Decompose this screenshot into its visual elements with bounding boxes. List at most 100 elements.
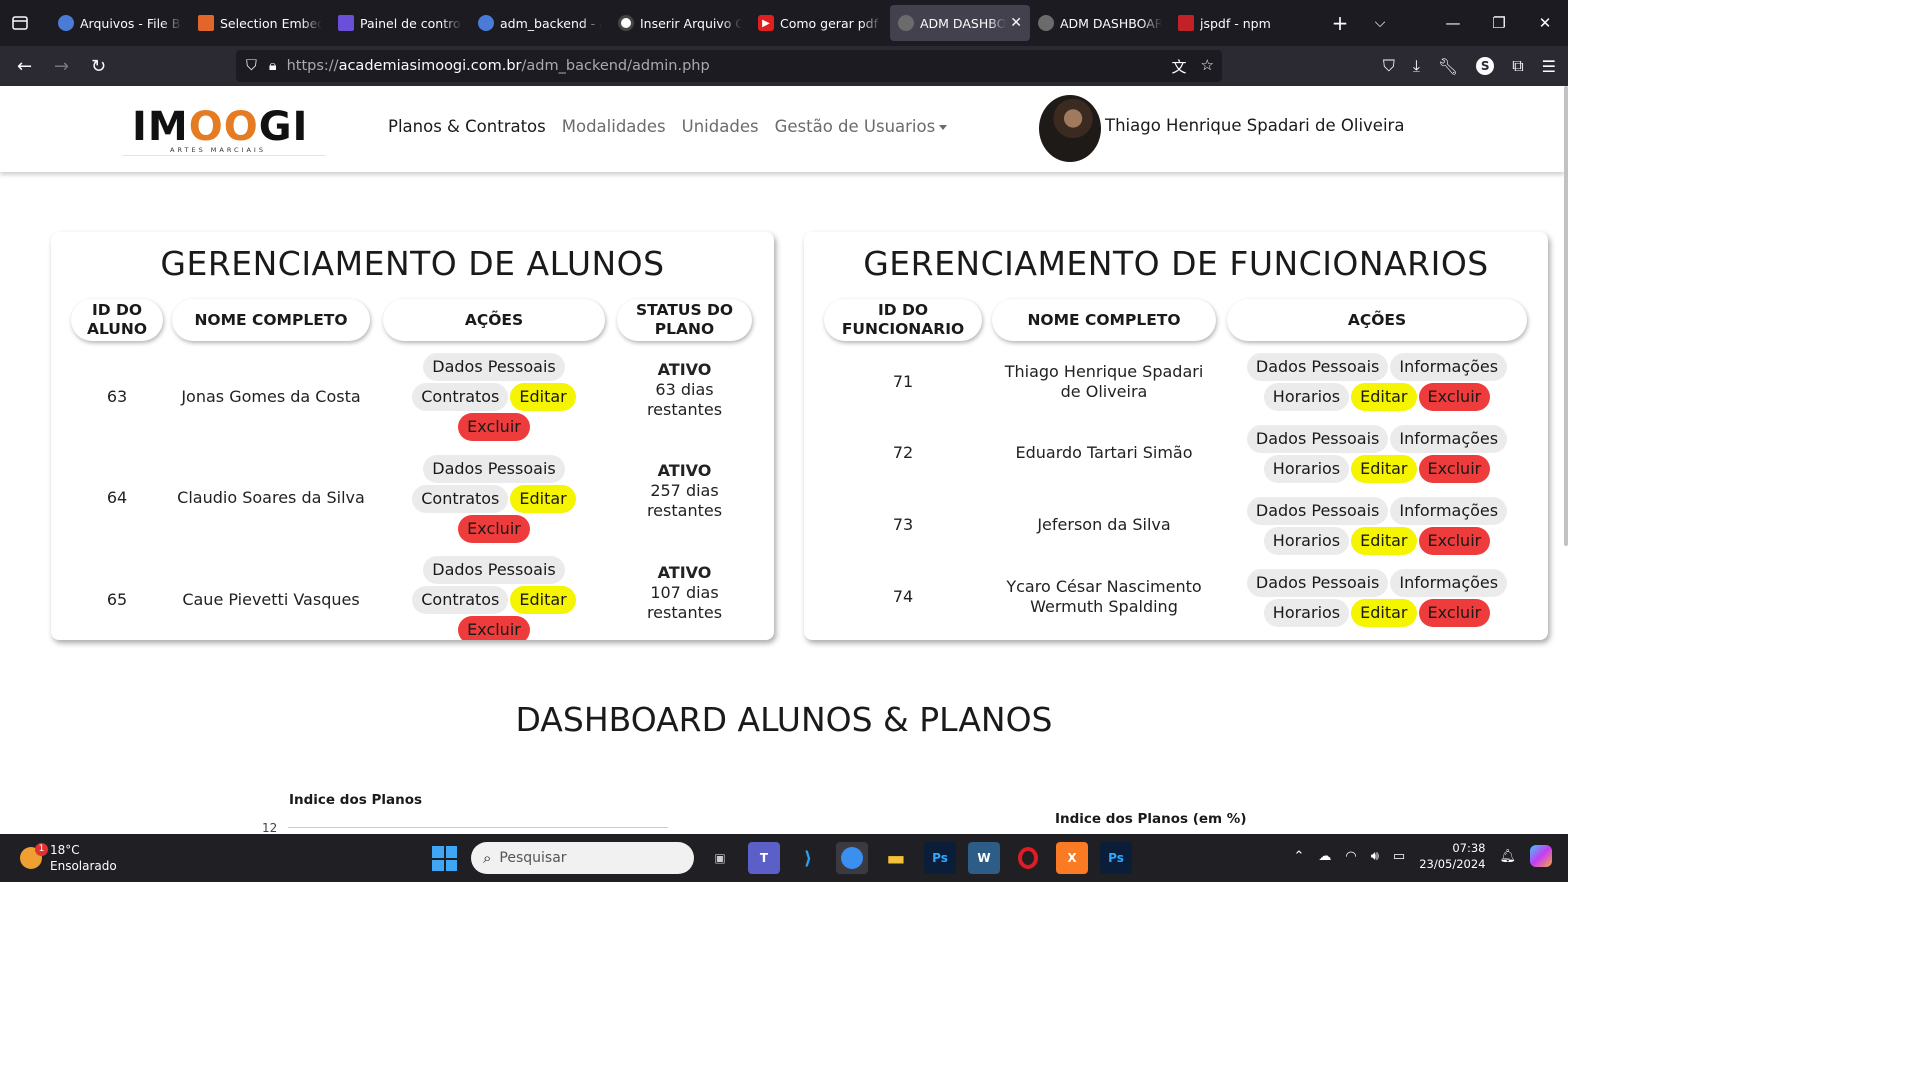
shield-icon[interactable]: ⛉ [246,58,257,74]
excluir-button[interactable]: Excluir [458,413,530,441]
clock[interactable]: 07:38 23/05/2024 [1419,840,1485,872]
contratos-button[interactable]: Contratos [412,586,509,614]
minimize-icon[interactable]: — [1430,14,1476,32]
wrench-icon[interactable]: 🔧︎ [1438,57,1458,76]
bookmark-star-icon[interactable]: ☆ [1201,56,1214,77]
taskbar-search[interactable]: ⌕ Pesquisar [471,842,694,874]
browser-tab[interactable]: Painel de controle [330,5,470,41]
th-nome: NOME COMPLETO [172,299,370,341]
onedrive-icon[interactable]: ☁ [1318,849,1331,864]
extension-s-icon[interactable]: S [1476,57,1495,75]
tab-list-icon[interactable] [0,0,40,46]
dados-pessoais-button[interactable]: Dados Pessoais [423,556,565,584]
editar-button[interactable]: Editar [1351,383,1417,411]
menu-item-planos[interactable]: Planos & Contratos [388,117,546,136]
tab-overflow-chevron-icon[interactable]: ⌵ [1360,15,1400,31]
windows-taskbar: 1 18°C Ensolarado ⌕ Pesquisar ▣ T ⟩ ▬ Ps… [0,834,1568,882]
editar-button[interactable]: Editar [510,586,576,614]
window-close-icon[interactable]: ✕ [1522,14,1568,32]
dados-pessoais-button[interactable]: Dados Pessoais [423,455,565,483]
firefox-icon[interactable] [836,842,868,874]
contratos-button[interactable]: Contratos [412,485,509,513]
informacoes-button[interactable]: Informações [1390,569,1508,597]
editar-button[interactable]: Editar [1351,599,1417,627]
close-tab-icon[interactable]: ✕ [1010,15,1022,31]
browser-tab[interactable]: ADM DASHBOARD [1030,5,1170,41]
tab-favicon-icon [198,15,214,31]
xampp-icon[interactable]: X [1056,842,1088,874]
browser-tab[interactable]: adm_backend - academia [470,5,610,41]
avatar[interactable] [1039,95,1101,162]
dados-pessoais-button[interactable]: Dados Pessoais [1246,353,1389,381]
page-scrollbar[interactable] [1564,86,1568,546]
excluir-button[interactable]: Excluir [1418,527,1491,555]
excluir-button[interactable]: Excluir [1418,455,1491,483]
volume-icon[interactable]: 🔊︎ [1371,849,1379,864]
translate-icon[interactable]: 文 [1172,56,1187,77]
mysql-workbench-icon[interactable]: W [968,842,1000,874]
excluir-button[interactable]: Excluir [458,515,530,543]
excluir-button[interactable]: Excluir [1418,599,1491,627]
notification-bell-icon[interactable]: 🔔︎ [1499,849,1516,864]
file-explorer-icon[interactable]: ▬ [880,842,912,874]
logo[interactable]: IMOOGI ARTES MARCIAIS [122,94,326,156]
extensions-puzzle-icon[interactable]: ⧉ [1512,56,1523,76]
wifi-icon[interactable]: ◠ [1345,849,1356,864]
status-remaining: 257 dias restantes [646,481,723,520]
menu-item-modalidades[interactable]: Modalidades [562,117,666,136]
photoshop-icon[interactable]: Ps [924,842,956,874]
editar-button[interactable]: Editar [510,485,576,513]
browser-tab[interactable]: Inserir Arquivo Gr [610,5,750,41]
editar-button[interactable]: Editar [1351,527,1417,555]
vscode-icon[interactable]: ⟩ [792,842,824,874]
hamburger-menu-icon[interactable]: ☰ [1542,57,1556,76]
photoshop-icon[interactable]: Ps [1100,842,1132,874]
forward-icon[interactable]: → [43,56,80,77]
new-tab-icon[interactable]: + [1320,11,1360,35]
user-name[interactable]: Thiago Henrique Spadari de Oliveira [1105,116,1404,135]
browser-tab-active[interactable]: ADM DASHBOARD✕ [890,5,1030,41]
teams-icon[interactable]: T [748,842,780,874]
lock-icon[interactable]: 🔒︎ [269,58,277,74]
browser-tab[interactable]: Selection Embed [190,5,330,41]
url-bar[interactable]: ⛉ 🔒︎ https://academiasimoogi.com.br/adm_… [236,50,1222,82]
editar-button[interactable]: Editar [510,383,576,411]
browser-tab[interactable]: ▶ Como gerar pdf c [750,5,890,41]
horarios-button[interactable]: Horarios [1263,383,1350,411]
restore-icon[interactable]: ❐ [1476,14,1522,32]
back-icon[interactable]: ← [6,56,43,77]
menu-item-unidades[interactable]: Unidades [682,117,759,136]
battery-icon[interactable]: ▭ [1393,849,1405,864]
browser-tab[interactable]: Arquivos - File Browser [50,5,190,41]
informacoes-button[interactable]: Informações [1390,425,1508,453]
reload-icon[interactable]: ↻ [80,56,117,77]
horarios-button[interactable]: Horarios [1263,599,1350,627]
browser-tab[interactable]: jspdf - npm [1170,5,1310,41]
horarios-button[interactable]: Horarios [1263,527,1350,555]
contratos-button[interactable]: Contratos [412,383,509,411]
dados-pessoais-button[interactable]: Dados Pessoais [1246,425,1389,453]
editar-button[interactable]: Editar [1351,455,1417,483]
windows-start-icon[interactable] [432,846,457,871]
excluir-button[interactable]: Excluir [458,616,530,640]
weather-widget[interactable]: 1 18°C Ensolarado [20,842,117,874]
site-header: IMOOGI ARTES MARCIAIS Planos & Contratos… [0,86,1564,172]
tray-chevron-up-icon[interactable]: ⌃ [1293,849,1304,864]
tab-title: Painel de controle [360,15,462,31]
menu-item-gestao-usuarios[interactable]: Gestão de Usuarios [775,117,948,136]
task-view-icon[interactable]: ▣ [704,842,736,874]
browser-tab-bar: Arquivos - File Browser Selection Embed … [0,0,1568,46]
copilot-icon[interactable] [1530,845,1552,867]
funcionario-actions: Dados Pessoais Informações Horarios Edit… [1236,424,1518,484]
pocket-icon[interactable]: ⛉ [1383,56,1395,76]
informacoes-button[interactable]: Informações [1390,497,1508,525]
excluir-button[interactable]: Excluir [1418,383,1491,411]
dados-pessoais-button[interactable]: Dados Pessoais [423,353,565,381]
dados-pessoais-button[interactable]: Dados Pessoais [1246,497,1389,525]
informacoes-button[interactable]: Informações [1390,353,1508,381]
download-icon[interactable]: ⤓ [1413,56,1420,76]
logo-brand: IMOOGI [132,104,309,150]
dados-pessoais-button[interactable]: Dados Pessoais [1246,569,1389,597]
opera-icon[interactable] [1012,842,1044,874]
horarios-button[interactable]: Horarios [1263,455,1350,483]
